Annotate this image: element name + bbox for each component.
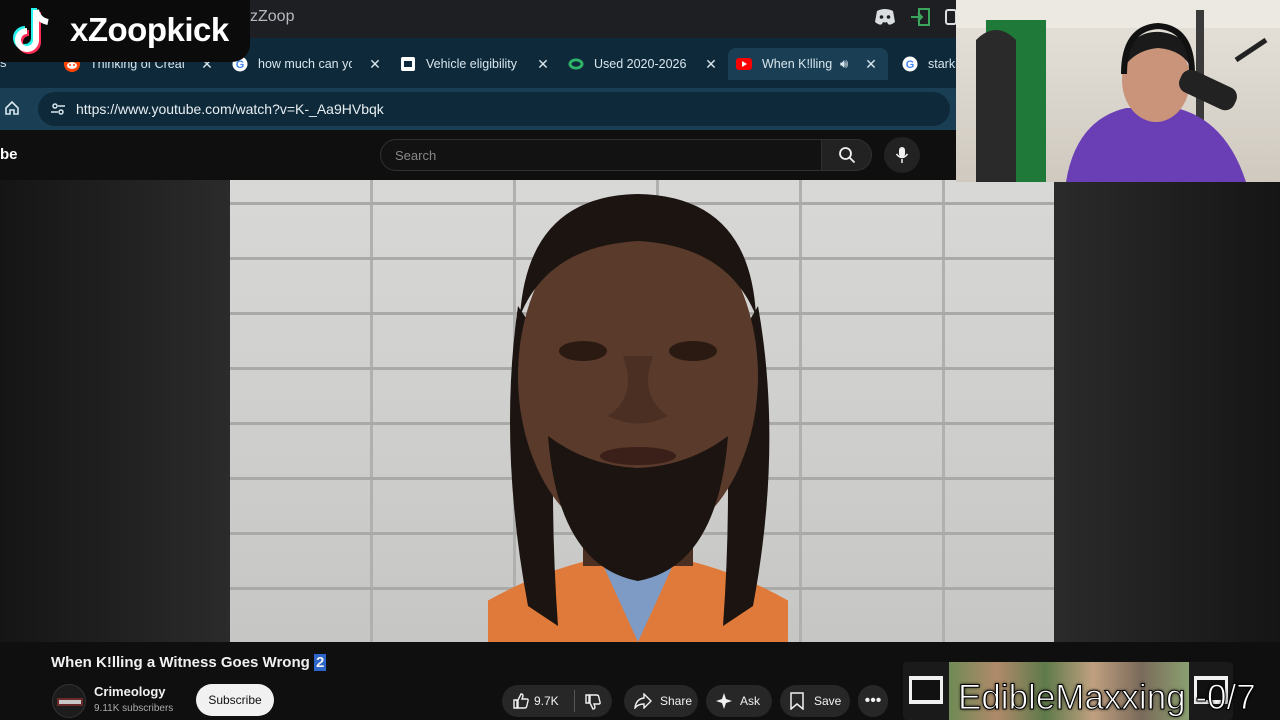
thumbs-down-icon — [585, 694, 601, 710]
thumbnail-logo — [903, 662, 949, 720]
webcam-overlay — [956, 0, 1280, 182]
tab-title: starki — [928, 57, 956, 71]
share-icon — [634, 693, 652, 709]
subscribe-button[interactable]: Subscribe — [196, 684, 274, 716]
share-button[interactable]: Share — [624, 685, 698, 717]
tiktok-icon — [13, 8, 49, 54]
address-bar[interactable]: https://www.youtube.com/watch?v=K-_Aa9HV… — [38, 92, 950, 126]
tab-google-2[interactable]: G starki — [902, 48, 956, 80]
discord-app-title: zZoop — [250, 8, 295, 25]
microphone-icon — [895, 147, 909, 163]
browser-toolbar: https://www.youtube.com/watch?v=K-_Aa9HV… — [0, 88, 956, 130]
channel-name[interactable]: Crimeology — [94, 684, 166, 699]
speaker-icon[interactable]: 🔊︎ — [840, 56, 848, 72]
save-button[interactable]: Save — [780, 685, 850, 717]
screen: zZoop s ⌃ Thinking of Creat ✕ G how much… — [0, 0, 1280, 720]
tab-title: Used 2020-2026 T — [594, 57, 688, 71]
google-icon: G — [902, 56, 918, 72]
sparkle-icon — [716, 693, 732, 709]
subscriber-count: 9.11K subscribers — [94, 703, 174, 714]
ask-label: Ask — [740, 694, 761, 708]
watermark-name: xZoopkick — [70, 11, 229, 48]
document-icon — [400, 56, 416, 72]
share-label: Share — [660, 694, 693, 708]
window-icon[interactable] — [944, 8, 957, 26]
like-count: 9.7K — [534, 694, 559, 708]
tab-used-cars[interactable]: Used 2020-2026 T ✕ — [568, 48, 718, 80]
tab-title: When K!lling — [762, 57, 833, 71]
youtube-header: be Search — [0, 130, 956, 180]
video-title-text: When K!lling a Witness Goes Wrong — [51, 654, 310, 671]
close-icon[interactable]: ✕ — [368, 56, 382, 73]
search-placeholder: Search — [395, 148, 437, 163]
tiktok-watermark: xZoopkick — [0, 0, 250, 62]
thumbs-up-icon — [513, 693, 529, 709]
bookmark-icon — [790, 692, 804, 710]
site-settings-icon[interactable] — [50, 101, 66, 122]
search-icon — [838, 147, 855, 164]
home-icon[interactable] — [4, 100, 20, 121]
close-icon[interactable]: ✕ — [704, 56, 718, 73]
search-input[interactable]: Search — [380, 139, 822, 171]
car-icon — [568, 56, 584, 72]
more-actions-button[interactable]: ••• — [858, 685, 888, 717]
channel-avatar[interactable] — [52, 684, 86, 718]
tab-vehicle-eligibility[interactable]: Vehicle eligibility ✕ — [400, 48, 550, 80]
close-icon[interactable]: ✕ — [536, 56, 550, 73]
stream-overlay-text: EdibleMaxxing -0/7 — [958, 678, 1257, 718]
webcam-streamer — [956, 0, 1280, 182]
youtube-icon — [736, 56, 752, 72]
like-dislike-group: 9.7K — [502, 685, 612, 717]
video-title: When K!lling a Witness Goes Wrong 2 — [51, 654, 327, 671]
discord-icon[interactable] — [874, 8, 896, 26]
more-icon: ••• — [864, 692, 882, 709]
search-button[interactable] — [822, 139, 872, 171]
sign-in-icon[interactable] — [910, 8, 932, 26]
youtube-logo[interactable]: be — [0, 146, 18, 163]
video-player[interactable] — [230, 180, 1054, 642]
svg-text:G: G — [906, 59, 915, 71]
divider — [574, 690, 575, 712]
like-button[interactable] — [512, 692, 530, 713]
tab-youtube-active[interactable]: When K!lling 🔊︎ ✕ — [728, 48, 888, 80]
voice-search-button[interactable] — [884, 137, 920, 173]
close-icon[interactable]: ✕ — [864, 56, 878, 73]
save-label: Save — [814, 694, 842, 708]
tab-google-1[interactable]: G how much can yo ✕ — [232, 48, 382, 80]
ask-button[interactable]: Ask — [706, 685, 772, 717]
tab-title: how much can yo — [258, 57, 352, 71]
dislike-button[interactable] — [584, 693, 602, 714]
video-frame-person — [488, 194, 788, 642]
url-text: https://www.youtube.com/watch?v=K-_Aa9HV… — [76, 101, 384, 117]
tab-title: Vehicle eligibility — [426, 57, 518, 71]
video-title-highlight: 2 — [313, 654, 327, 671]
